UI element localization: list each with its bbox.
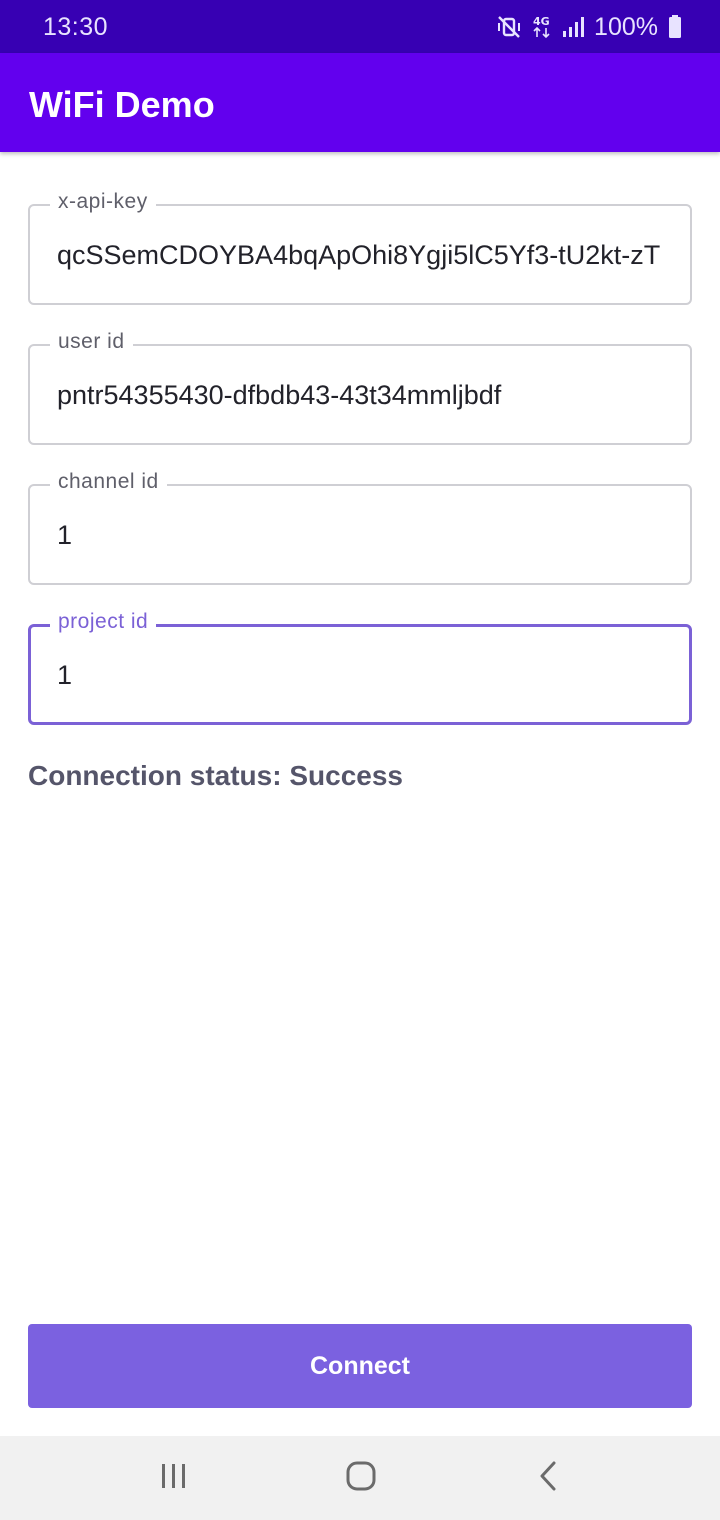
battery-icon bbox=[668, 14, 682, 40]
channel-id-field[interactable]: channel id 1 bbox=[28, 470, 692, 585]
home-icon bbox=[345, 1460, 377, 1497]
channel-id-label: channel id bbox=[50, 470, 167, 494]
signal-icon bbox=[562, 15, 585, 39]
battery-percent: 100% bbox=[594, 12, 658, 41]
back-icon bbox=[536, 1460, 560, 1497]
back-button[interactable] bbox=[488, 1436, 608, 1520]
api-key-field[interactable]: x-api-key qcSSemCDOYBA4bqApOhi8Ygji5lC5Y… bbox=[28, 190, 692, 305]
recent-apps-button[interactable] bbox=[114, 1436, 234, 1520]
project-id-field[interactable]: project id 1 bbox=[28, 610, 692, 725]
connect-button[interactable]: Connect bbox=[28, 1324, 692, 1408]
home-button[interactable] bbox=[301, 1436, 421, 1520]
connection-status: Connection status: Success bbox=[28, 760, 403, 791]
nav-bar bbox=[0, 1436, 720, 1520]
4g-data-icon: 4G bbox=[532, 14, 552, 40]
api-key-label: x-api-key bbox=[50, 190, 156, 214]
app-bar: WiFi Demo bbox=[0, 53, 720, 152]
app-title: WiFi Demo bbox=[29, 84, 215, 125]
project-id-label: project id bbox=[50, 610, 157, 634]
mute-vibrate-icon bbox=[496, 14, 522, 40]
svg-text:4G: 4G bbox=[533, 15, 550, 28]
status-bar: 13:30 4G 100% bbox=[0, 0, 720, 53]
channel-id-input[interactable]: 1 bbox=[57, 520, 670, 551]
status-time: 13:30 bbox=[43, 13, 109, 41]
status-icons: 4G 100% bbox=[496, 10, 682, 44]
user-id-input[interactable]: pntr54355430-dfbdb43-43t34mmljbdf bbox=[57, 380, 670, 411]
user-id-field[interactable]: user id pntr54355430-dfbdb43-43t34mmljbd… bbox=[28, 330, 692, 445]
project-id-input[interactable]: 1 bbox=[57, 660, 669, 691]
recent-apps-icon bbox=[159, 1462, 189, 1495]
api-key-input[interactable]: qcSSemCDOYBA4bqApOhi8Ygji5lC5Yf3-tU2kt-z… bbox=[57, 240, 670, 271]
user-id-label: user id bbox=[50, 330, 133, 354]
